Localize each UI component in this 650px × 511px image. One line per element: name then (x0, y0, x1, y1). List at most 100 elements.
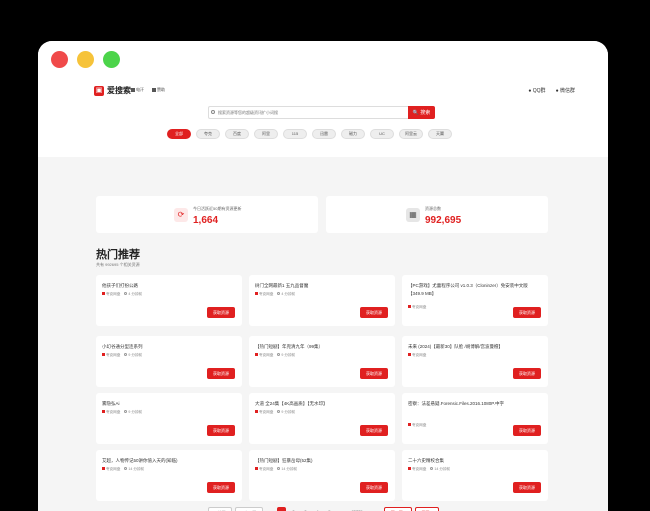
nav-label: 赞助 (157, 87, 165, 92)
page-number-button[interactable]: 2 (289, 507, 298, 511)
close-window-button[interactable] (51, 51, 68, 68)
category-tab[interactable]: 全部 (167, 129, 191, 139)
card-time-label: 4 分钟前 (281, 292, 296, 296)
get-resource-button[interactable]: 获取资源 (513, 482, 541, 493)
get-resource-button[interactable]: 获取资源 (513, 425, 541, 436)
clock-icon (277, 353, 281, 356)
card-title[interactable]: 【热门短剧】年兜清九年（99集） (255, 343, 385, 351)
category-tab[interactable]: 迅雷 (312, 129, 336, 139)
resource-card[interactable]: 二十六史精校合集 夸克网盘 14 分钟前 获取资源 (402, 450, 548, 501)
resource-card[interactable]: 他孩子们打扮公路夸克网盘 4 分钟前获取资源 (96, 275, 242, 326)
category-tab[interactable]: 天翼 (428, 129, 452, 139)
get-resource-button[interactable]: 获取资源 (360, 425, 388, 436)
resource-card[interactable]: 【PC游戏】尤蕾程序公司 v1.0.3（Cloninzer）免安装中文版【349… (402, 275, 548, 326)
card-time: 4 分钟前 (277, 292, 295, 297)
resource-card[interactable]: 雾隐弘Ai 夸克网盘 9 分钟前获取资源 (96, 393, 242, 444)
search-button-label: 搜索 (420, 110, 431, 116)
card-title[interactable]: 树门全网最新1 五九品督魔 (255, 282, 385, 290)
gift-icon (152, 87, 156, 92)
get-resource-button[interactable]: 获取资源 (207, 368, 235, 379)
card-time: 9 分钟前 (124, 410, 142, 415)
title-bar (38, 41, 608, 75)
first-page-button[interactable]: « 首页 (208, 507, 232, 511)
category-tab[interactable]: UC (370, 129, 394, 139)
card-title[interactable]: 二十六史精校合集 (408, 457, 538, 465)
resource-card[interactable]: 艾超，人物传记50讲你值入天的(知临) 夸克网盘 14 分钟前 获取资源 (96, 450, 242, 501)
maximize-window-button[interactable] (103, 51, 120, 68)
resource-card[interactable]: 【热门短剧】年兜清九年（99集） 夸克网盘 9 分钟前获取资源 (249, 336, 395, 387)
wechat-group-link[interactable]: ● 微信群 (556, 87, 575, 94)
stat-label: 资源总数 (425, 206, 441, 211)
card-title[interactable]: 未来 (2024)【最新30】队脸 /胡博解/宫波曼檀】 (408, 343, 538, 351)
card-title[interactable]: 雾隐弘Ai (102, 400, 232, 408)
card-source-label: 夸克网盘 (259, 353, 274, 357)
nav-item-0[interactable]: 电汗 (131, 87, 144, 93)
cloud-drive-icon (408, 423, 411, 426)
page-number-button[interactable]: 1 (277, 507, 286, 511)
card-title[interactable]: 密察：法差悬疑.Forensic.Files.2016.1080P.中字 (408, 400, 538, 408)
get-resource-button[interactable]: 获取资源 (360, 368, 388, 379)
nav-item-1[interactable]: 赞助 (152, 87, 165, 93)
clock-icon (124, 353, 128, 356)
page-content: ▣ 爱搜索 电汗 赞助 ● QQ群 ● 微信群 🔍 搜索 全部夸克百度阿里 115… (38, 75, 608, 511)
category-tab[interactable]: 磁力 (341, 129, 365, 139)
get-resource-button[interactable]: 获取资源 (207, 307, 235, 318)
card-title[interactable]: 艾超，人物传记50讲你值入天的(知临) (102, 457, 232, 465)
card-meta: 夸克网盘 (408, 353, 426, 358)
next-page-button[interactable]: 下一页 › (384, 507, 412, 511)
page-number-button[interactable]: 4 (313, 507, 322, 511)
end-page-button[interactable]: 尾页 » (415, 507, 439, 511)
card-source-label: 夸克网盘 (106, 292, 121, 296)
card-title[interactable]: 大道 全24集【4K高画质】【无水印】 (255, 400, 385, 408)
prev-page-button[interactable]: ‹ 上一页 (235, 507, 263, 511)
category-tab[interactable]: 夸克 (196, 129, 220, 139)
resource-card[interactable]: 大道 全24集【4K高画质】【无水印】 夸克网盘 9 分钟前获取资源 (249, 393, 395, 444)
page-number-button[interactable]: 5 (325, 507, 334, 511)
minimize-window-button[interactable] (77, 51, 94, 68)
resource-card[interactable]: 树门全网最新1 五九品督魔夸克网盘 4 分钟前获取资源 (249, 275, 395, 326)
cloud-drive-icon (408, 353, 411, 356)
card-time-label: 4 分钟前 (128, 292, 143, 296)
category-tab[interactable]: 阿里云 (399, 129, 423, 139)
cloud-drive-icon (102, 410, 105, 413)
card-meta: 夸克网盘 9 分钟前 (102, 353, 142, 358)
card-meta: 夸克网盘 9 分钟前 (255, 353, 295, 358)
page-number-button[interactable]: 3 (301, 507, 310, 511)
card-meta: 夸克网盘 9 分钟前 (255, 410, 295, 415)
card-title[interactable]: 他孩子们打扮公路 (102, 282, 232, 290)
card-source: 夸克网盘 (255, 467, 273, 472)
category-tab[interactable]: 阿里 (254, 129, 278, 139)
category-tab[interactable]: 百度 (225, 129, 249, 139)
search-button[interactable]: 🔍 搜索 (408, 106, 435, 119)
search-bar: 🔍 搜索 (208, 106, 435, 119)
card-title[interactable]: 小幻谷通分型连系列 (102, 343, 232, 351)
cloud-drive-icon (102, 353, 105, 356)
card-source: 夸克网盘 (102, 410, 120, 415)
card-time-label: 9 分钟前 (128, 353, 143, 357)
last-page-number-button[interactable]: 82725 (348, 507, 366, 511)
site-logo[interactable]: ▣ 爱搜索 (94, 85, 131, 96)
resource-card[interactable]: 【热门短剧】狂暴岳母(52集) 夸克网盘 14 分钟前 获取资源 (249, 450, 395, 501)
get-resource-button[interactable]: 获取资源 (513, 368, 541, 379)
card-title[interactable]: 【热门短剧】狂暴岳母(52集) (255, 457, 385, 465)
cloud-drive-icon (408, 467, 411, 470)
get-resource-button[interactable]: 获取资源 (360, 482, 388, 493)
resource-card[interactable]: 密察：法差悬疑.Forensic.Files.2016.1080P.中字 夸克网盘… (402, 393, 548, 444)
card-source-label: 夸克网盘 (259, 292, 274, 296)
resource-card[interactable]: 未来 (2024)【最新30】队脸 /胡博解/宫波曼檀】 夸克网盘获取资源 (402, 336, 548, 387)
browser-window: ▣ 爱搜索 电汗 赞助 ● QQ群 ● 微信群 🔍 搜索 全部夸克百度阿里 115… (38, 41, 608, 511)
stat-value: 992,695 (425, 215, 462, 226)
category-tab[interactable]: 115 (283, 129, 307, 139)
get-resource-button[interactable]: 获取资源 (513, 307, 541, 318)
resource-card[interactable]: 小幻谷通分型连系列夸克网盘 9 分钟前获取资源 (96, 336, 242, 387)
card-source-label: 夸克网盘 (106, 467, 121, 471)
stat-card-updates: ⟳ 今日活跃近50期有资源更新 1,664 (96, 196, 318, 233)
search-input[interactable] (208, 106, 408, 119)
card-title[interactable]: 【PC游戏】尤蕾程序公司 v1.0.3（Cloninzer）免安装中文版【349… (408, 282, 538, 298)
card-source-label: 夸克网盘 (106, 353, 121, 357)
film-icon: ▣ (94, 85, 104, 96)
get-resource-button[interactable]: 获取资源 (207, 425, 235, 436)
get-resource-button[interactable]: 获取资源 (207, 482, 235, 493)
qq-group-link[interactable]: ● QQ群 (528, 87, 545, 94)
get-resource-button[interactable]: 获取资源 (360, 307, 388, 318)
